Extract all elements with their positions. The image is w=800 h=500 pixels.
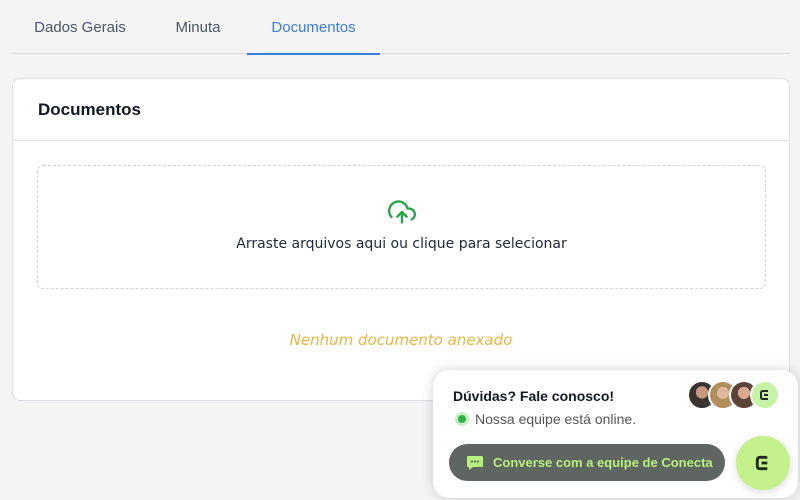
chat-bubble-icon — [467, 455, 483, 470]
chat-with-team-button[interactable]: Converse com a equipe de Conecta — [449, 444, 725, 481]
brand-avatar — [750, 380, 780, 410]
documents-card: Documentos Arraste arquivos aqui ou cliq… — [12, 78, 790, 401]
conecta-logo-icon — [760, 390, 768, 400]
tab-dados-gerais[interactable]: Dados Gerais — [12, 0, 148, 54]
chat-button-label: Converse com a equipe de Conecta — [493, 455, 713, 470]
online-status-text: Nossa equipe está online. — [475, 411, 637, 427]
card-title: Documentos — [38, 99, 141, 119]
online-status-icon — [455, 412, 469, 426]
chat-launcher-button[interactable] — [736, 436, 790, 490]
tab-minuta[interactable]: Minuta — [148, 0, 248, 54]
tab-documentos[interactable]: Documentos — [247, 0, 380, 55]
dropzone-text: Arraste arquivos aqui ou clique para sel… — [236, 236, 567, 252]
tab-bar: Dados Gerais Minuta Documentos — [12, 0, 790, 55]
conecta-logo-icon — [755, 455, 768, 471]
cloud-upload-icon — [388, 200, 416, 224]
empty-documents-message: Nenhum documento anexado — [289, 331, 513, 349]
card-header: Documentos — [13, 79, 789, 141]
team-avatars — [687, 380, 787, 410]
file-dropzone[interactable]: Arraste arquivos aqui ou clique para sel… — [37, 165, 766, 289]
chat-title: Dúvidas? Fale conosco! — [453, 388, 615, 404]
